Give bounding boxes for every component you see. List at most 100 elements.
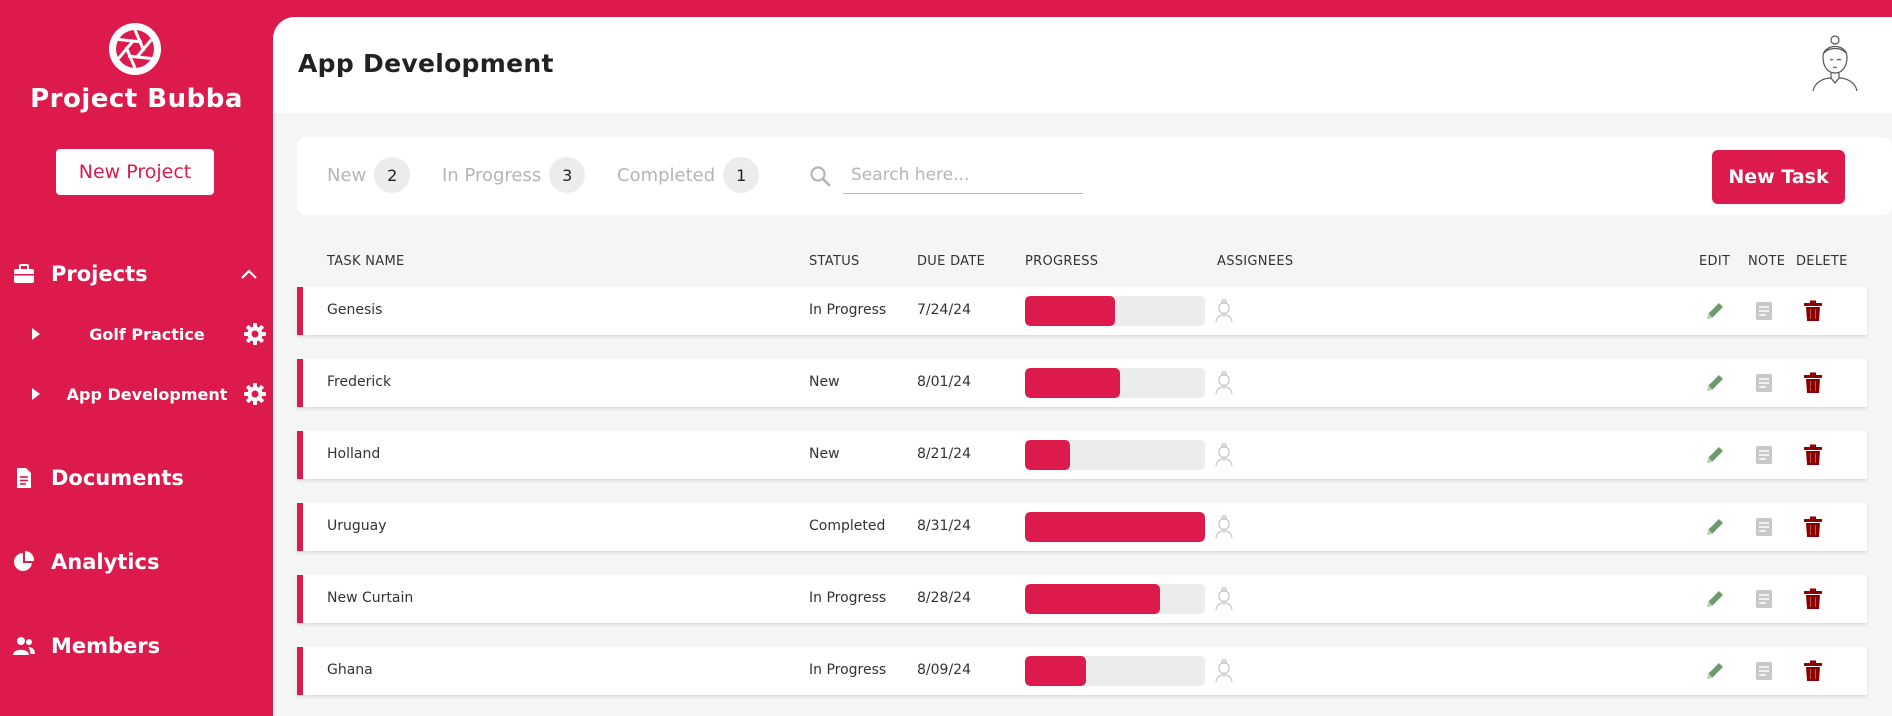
task-name: Frederick: [327, 374, 392, 390]
nav-projects[interactable]: Projects: [0, 254, 273, 294]
task-status: In Progress: [809, 662, 887, 678]
pencil-icon[interactable]: [1703, 659, 1727, 683]
briefcase-icon: [14, 264, 34, 283]
search-input[interactable]: [843, 156, 1083, 194]
project-name: Golf Practice: [89, 324, 205, 344]
nav-projects-label: Projects: [51, 262, 148, 286]
gear-icon[interactable]: [243, 382, 267, 406]
progress-bar: [1025, 656, 1205, 686]
header-delete: DELETE: [1796, 254, 1848, 269]
nav-analytics-label: Analytics: [51, 550, 160, 574]
header-task-name: TASK NAME: [327, 254, 405, 269]
progress-bar: [1025, 584, 1205, 614]
tab-label: In Progress: [442, 164, 542, 186]
progress-bar: [1025, 296, 1205, 326]
tab-new[interactable]: New 2: [327, 157, 411, 193]
brand-name: Project Bubba: [30, 84, 243, 114]
progress-bar-fill: [1025, 656, 1087, 686]
trash-icon[interactable]: [1801, 371, 1825, 395]
task-name: New Curtain: [327, 590, 414, 606]
nav-members-label: Members: [51, 634, 161, 658]
new-task-button[interactable]: New Task: [1712, 150, 1845, 204]
count-badge: 3: [549, 157, 586, 193]
task-status: In Progress: [809, 302, 887, 318]
header-assignees: ASSIGNEES: [1217, 254, 1294, 269]
caret-right-icon[interactable]: [31, 387, 41, 401]
assignee-avatar-icon[interactable]: [1214, 659, 1234, 683]
task-due-date: 8/21/24: [917, 446, 971, 462]
aperture-logo-icon: [109, 23, 161, 75]
task-toolbar: New 2 In Progress 3 Completed 1: [297, 137, 1892, 215]
table-row[interactable]: Frederick New 8/01/24: [297, 359, 1867, 407]
header-status: STATUS: [809, 254, 860, 269]
note-icon[interactable]: [1752, 443, 1776, 467]
search-icon: [810, 166, 831, 187]
nav-members[interactable]: Members: [0, 626, 273, 666]
pencil-icon[interactable]: [1703, 371, 1727, 395]
trash-icon[interactable]: [1801, 659, 1825, 683]
chevron-up-icon[interactable]: [238, 263, 260, 285]
progress-bar: [1025, 368, 1205, 398]
pencil-icon[interactable]: [1703, 299, 1727, 323]
page-title: App Development: [298, 49, 554, 78]
table-row[interactable]: Uruguay Completed 8/31/24: [297, 503, 1867, 551]
project-name: App Development: [66, 384, 228, 404]
trash-icon[interactable]: [1801, 299, 1825, 323]
task-status: New: [809, 374, 840, 390]
user-avatar-icon[interactable]: [1809, 33, 1861, 93]
pie-chart-icon: [14, 550, 35, 571]
sidebar-item-golf-practice[interactable]: Golf Practice: [0, 316, 273, 352]
document-icon: [17, 468, 31, 488]
note-icon[interactable]: [1752, 659, 1776, 683]
nav-analytics[interactable]: Analytics: [0, 542, 273, 582]
header-due-date: DUE DATE: [917, 254, 986, 269]
header-progress: PROGRESS: [1025, 254, 1099, 269]
nav-documents[interactable]: Documents: [0, 458, 273, 498]
note-icon[interactable]: [1752, 371, 1776, 395]
tab-in-progress[interactable]: In Progress 3: [442, 157, 586, 193]
trash-icon[interactable]: [1801, 443, 1825, 467]
header-note: NOTE: [1748, 254, 1786, 269]
caret-right-icon[interactable]: [31, 327, 41, 341]
table-row[interactable]: Holland New 8/21/24: [297, 431, 1867, 479]
note-icon[interactable]: [1752, 299, 1776, 323]
progress-bar-fill: [1025, 584, 1160, 614]
top-bar: App Development: [273, 17, 1892, 113]
gear-icon[interactable]: [243, 322, 267, 346]
task-due-date: 8/01/24: [917, 374, 971, 390]
task-status: Completed: [809, 518, 886, 534]
assignee-avatar-icon[interactable]: [1214, 587, 1234, 611]
progress-bar-fill: [1025, 368, 1121, 398]
progress-bar-fill: [1025, 296, 1115, 326]
assignee-avatar-icon[interactable]: [1214, 515, 1234, 539]
assignee-avatar-icon[interactable]: [1214, 299, 1234, 323]
header-edit: EDIT: [1699, 254, 1731, 269]
task-due-date: 8/28/24: [917, 590, 971, 606]
pencil-icon[interactable]: [1703, 443, 1727, 467]
note-icon[interactable]: [1752, 515, 1776, 539]
assignee-avatar-icon[interactable]: [1214, 371, 1234, 395]
pencil-icon[interactable]: [1703, 587, 1727, 611]
assignee-avatar-icon[interactable]: [1214, 443, 1234, 467]
tab-label: Completed: [617, 164, 716, 186]
task-status: New: [809, 446, 840, 462]
note-icon[interactable]: [1752, 587, 1776, 611]
trash-icon[interactable]: [1801, 515, 1825, 539]
tab-completed[interactable]: Completed 1: [617, 157, 760, 193]
count-badge: 1: [723, 157, 760, 193]
progress-bar-fill: [1025, 440, 1070, 470]
trash-icon[interactable]: [1801, 587, 1825, 611]
progress-bar: [1025, 440, 1205, 470]
progress-bar-fill: [1025, 512, 1205, 542]
users-icon: [13, 637, 35, 655]
new-project-button[interactable]: New Project: [56, 149, 214, 195]
table-row[interactable]: Ghana In Progress 8/09/24: [297, 647, 1867, 695]
task-due-date: 8/09/24: [917, 662, 971, 678]
table-row[interactable]: Genesis In Progress 7/24/24: [297, 287, 1867, 335]
nav-documents-label: Documents: [51, 466, 184, 490]
task-due-date: 8/31/24: [917, 518, 971, 534]
sidebar-item-app-development[interactable]: App Development: [0, 376, 273, 412]
table-row[interactable]: New Curtain In Progress 8/28/24: [297, 575, 1867, 623]
pencil-icon[interactable]: [1703, 515, 1727, 539]
sidebar: Project Bubba New Project Projects Golf …: [0, 0, 273, 716]
